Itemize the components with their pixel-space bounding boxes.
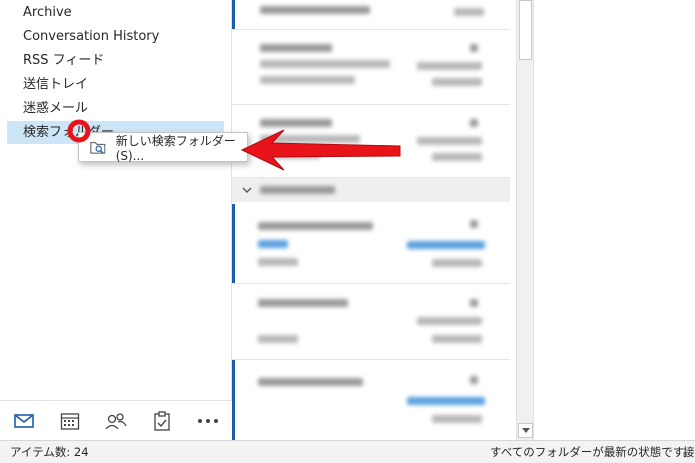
list-item[interactable] [232,285,510,360]
folder-junk-email[interactable]: 迷惑メール [7,97,224,120]
item-count: アイテム数: 24 [10,445,89,459]
sync-status: すべてのフォルダーが最新の状態です。 [490,445,695,459]
triangle-down-icon [521,428,530,433]
list-item[interactable] [232,360,510,440]
folder-outbox[interactable]: 送信トレイ [7,73,224,96]
list-item[interactable] [232,204,510,284]
chevron-down-icon [242,187,252,193]
folder-archive[interactable]: Archive [7,1,224,24]
scroll-thumb[interactable] [519,0,532,60]
connection-status: 接 [683,445,695,459]
people-icon[interactable] [102,407,130,435]
message-list-scrollbar[interactable] [516,0,533,440]
list-item[interactable] [232,30,510,105]
menu-item-new-search-folder[interactable]: 新しい検索フォルダー(S)... [81,134,245,163]
group-header[interactable] [232,178,510,202]
reading-pane [533,0,695,440]
list-item[interactable] [232,0,510,30]
menu-item-label: 新しい検索フォルダー(S)... [115,133,236,163]
mail-icon[interactable] [10,407,38,435]
calendar-icon[interactable] [56,407,84,435]
list-item[interactable] [232,105,510,178]
search-folder-icon [90,142,106,154]
scroll-down-button[interactable] [518,423,533,438]
context-menu: 新しい検索フォルダー(S)... [78,132,248,163]
folder-pane: Archive Conversation History RSS フィード 送信… [0,0,232,440]
status-bar: アイテム数: 24 すべてのフォルダーが最新の状態です。 接 [0,440,695,463]
more-icon[interactable] [194,407,222,435]
tasks-icon[interactable] [148,407,176,435]
folder-conversation-history[interactable]: Conversation History [7,25,224,48]
folder-rss-feeds[interactable]: RSS フィード [7,49,224,72]
message-list [232,0,516,440]
bottom-navigation [0,400,232,440]
